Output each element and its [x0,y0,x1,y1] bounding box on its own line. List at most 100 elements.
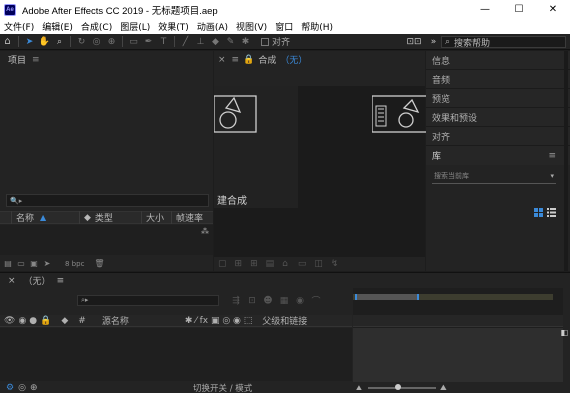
minimize-button[interactable]: — [468,0,502,19]
solo-icon[interactable]: ● [29,316,37,326]
panel-menu-icon[interactable]: ≡ [548,151,556,161]
snapping-toggle[interactable]: 对齐 [261,35,290,48]
interpret-footage-icon[interactable]: ▤ [3,259,13,268]
menu-file[interactable]: 文件(F) [4,20,34,33]
timeline-track-area[interactable] [353,288,563,382]
clone-stamp-tool-icon[interactable]: ⊥ [193,35,208,49]
work-area-bar[interactable] [353,294,553,300]
layer-number-icon[interactable]: # [78,316,86,326]
snapping-checkbox[interactable] [261,37,269,46]
new-folder-icon[interactable]: ▭ [16,259,26,268]
timeline-nav-icon[interactable]: ◧ [560,328,568,337]
menu-edit[interactable]: 编辑(E) [42,20,73,33]
trash-icon[interactable]: 🗑 [94,259,104,268]
panel-audio[interactable]: 音频 [426,70,570,89]
resolution-icon[interactable]: ⊞ [235,259,243,269]
active-composition-name[interactable]: （无） [280,53,307,66]
help-search-box[interactable]: ⌕ 搜索帮助 [441,36,566,49]
project-bit-depth[interactable]: 8 bpc [65,260,84,268]
panel-menu-icon[interactable]: ≡ [57,276,65,286]
library-title[interactable]: 库 [432,149,441,162]
project-item-list[interactable]: ⁂ [0,225,213,255]
frame-blending-icon[interactable]: ▦ [276,295,292,306]
expand-layer-icon[interactable]: ◎ [18,383,26,393]
hand-tool-icon[interactable]: ✋ [37,35,52,49]
label-icon[interactable]: ◆ [61,316,68,326]
graph-editor-icon[interactable]: ⌒ [308,295,324,307]
timeline-search-input[interactable]: ⌕▸ [77,295,219,306]
type-tool-icon[interactable]: T [156,35,171,49]
work-area-range[interactable] [355,294,419,300]
menu-composition[interactable]: 合成(C) [81,20,112,33]
pen-tool-icon[interactable]: ✒ [141,35,156,49]
new-composition-icon[interactable]: ▣ [29,259,39,268]
render-time-icon[interactable]: ⚙ [6,383,14,393]
zoom-out-icon[interactable]: ⛰ [356,384,362,393]
layer-switches-icons[interactable]: ✱ ⁄ fx ▣ ◎ ◉ ⬚ [185,316,252,326]
lock-icon[interactable]: 🔒 [40,316,51,326]
zoom-slider-knob[interactable] [395,384,401,390]
chevron-down-icon[interactable]: ▾ [550,172,554,180]
render-queue-icon[interactable]: ➤ [42,259,52,268]
grid-icon[interactable]: ⊞ [250,259,258,269]
zoom-slider[interactable] [368,387,436,389]
column-name[interactable]: 名称 ▲ [12,211,80,224]
zoom-in-icon[interactable]: ⛰ [440,383,447,393]
project-search-input[interactable]: 🔍▸ [6,194,209,207]
toggle-switches-modes[interactable]: 切换开关 / 模式 [193,382,252,393]
column-size[interactable]: 大小 [142,211,172,224]
new-composition-card[interactable]: 建合成 [214,86,298,208]
panel-preview[interactable]: 预览 [426,89,570,108]
timeline-comp-name[interactable]: （无） [24,274,51,287]
composition-viewer[interactable]: 建合成 [214,86,437,257]
panel-effects-presets[interactable]: 效果和预设 [426,108,570,127]
grid-view-icon[interactable] [534,208,543,217]
puppet-pin-tool-icon[interactable]: ✱ [238,35,253,49]
column-label-icon[interactable] [0,211,12,224]
orbit-camera-tool-icon[interactable]: ◎ [89,35,104,49]
comp-mini-flowchart-icon[interactable]: ⇶ [228,295,244,306]
timeline-layer-list[interactable] [0,328,352,381]
rectangle-tool-icon[interactable]: ▭ [126,35,141,49]
close-button[interactable]: ✕ [536,0,570,19]
roto-brush-tool-icon[interactable]: ✎ [223,35,238,49]
zoom-tool-icon[interactable]: ⌕ [52,35,67,49]
menu-help[interactable]: 帮助(H) [301,20,333,33]
maximize-button[interactable]: ☐ [502,0,536,19]
region-icon[interactable]: ▭ [298,259,307,269]
right-panel-scrollbar[interactable] [564,51,568,271]
menu-layer[interactable]: 图层(L) [120,20,150,33]
shy-layers-icon[interactable]: ☻ [260,295,276,306]
magnification-icon[interactable]: ▢ [218,259,227,269]
menu-view[interactable]: 视图(V) [236,20,267,33]
panel-align[interactable]: 对齐 [426,127,570,146]
transparency-icon[interactable]: ◫ [314,259,323,269]
panel-menu-icon[interactable]: ≡ [232,55,240,65]
home-icon[interactable]: ⌂ [0,35,15,49]
brush-tool-icon[interactable]: ╱ [178,35,193,49]
menu-effect[interactable]: 效果(T) [158,20,189,33]
audio-toggle-icon[interactable]: ◉ [18,316,26,326]
library-search-input[interactable]: 搜索当前库 ▾ [432,169,556,184]
project-title[interactable]: 项目 [8,53,26,66]
draft-3d-icon[interactable]: ⊡ [244,295,260,306]
source-name-column[interactable]: 源名称 [102,314,129,327]
close-tab-icon[interactable]: × [218,55,226,65]
flowchart-icon[interactable]: ⁂ [201,227,209,236]
channel-icon[interactable]: ▤ [266,259,275,269]
menu-animation[interactable]: 动画(A) [197,20,228,33]
time-ruler[interactable] [353,315,563,327]
pan-behind-tool-icon[interactable]: ⊕ [104,35,119,49]
fast-preview-icon[interactable]: ↯ [331,259,339,269]
camera-icon[interactable]: ⌂ [282,259,288,269]
workspace-icon[interactable]: ⊡⊡ [402,35,426,49]
panel-info[interactable]: 信息 [426,51,570,70]
list-view-icon[interactable] [547,208,556,217]
eraser-tool-icon[interactable]: ◆ [208,35,223,49]
lock-icon[interactable]: 🔒 [243,55,254,65]
close-tab-icon[interactable]: × [8,276,16,286]
column-framerate[interactable]: 帧速率 [172,211,210,224]
layer-tracks[interactable] [353,328,563,382]
motion-blur-icon[interactable]: ◉ [292,295,308,306]
toggle-transfer-icon[interactable]: ⊕ [30,383,38,393]
